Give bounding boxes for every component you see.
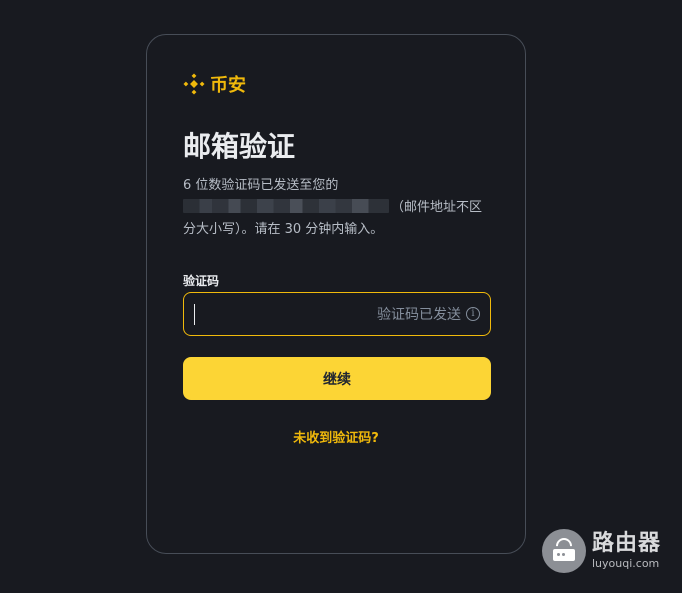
code-input-box[interactable]: 验证码已发送 i — [183, 292, 491, 337]
router-logo-icon — [542, 529, 586, 573]
brand-name: 币安 — [210, 75, 246, 96]
page-title: 邮箱验证 — [183, 130, 296, 163]
watermark-title: 路由器 — [592, 531, 662, 556]
description-line1: 6 位数验证码已发送至您的 — [183, 178, 339, 193]
code-input[interactable] — [198, 293, 372, 337]
binance-diamond-icon — [183, 73, 205, 95]
code-sent-status: 验证码已发送 i — [377, 304, 480, 324]
watermark-domain: luyouqi.com — [592, 557, 660, 570]
masked-email — [183, 199, 389, 213]
verification-card: 币安 邮箱验证 6 位数验证码已发送至您的 （邮件地址不区分大小写）。请在 30… — [146, 34, 526, 554]
resend-code-link[interactable]: 未收到验证码? — [147, 427, 525, 446]
verification-description: 6 位数验证码已发送至您的 （邮件地址不区分大小写）。请在 30 分钟内输入。 — [183, 175, 493, 241]
info-icon[interactable]: i — [466, 307, 480, 321]
brand-logo[interactable]: 币安 — [183, 71, 246, 97]
text-caret — [194, 304, 195, 325]
continue-button[interactable]: 继续 — [183, 357, 491, 400]
code-field-label: 验证码 — [183, 274, 220, 288]
code-sent-text: 验证码已发送 — [377, 307, 461, 323]
watermark-text: 路由器 luyouqi.com — [592, 531, 662, 570]
watermark: 路由器 luyouqi.com — [542, 529, 661, 573]
